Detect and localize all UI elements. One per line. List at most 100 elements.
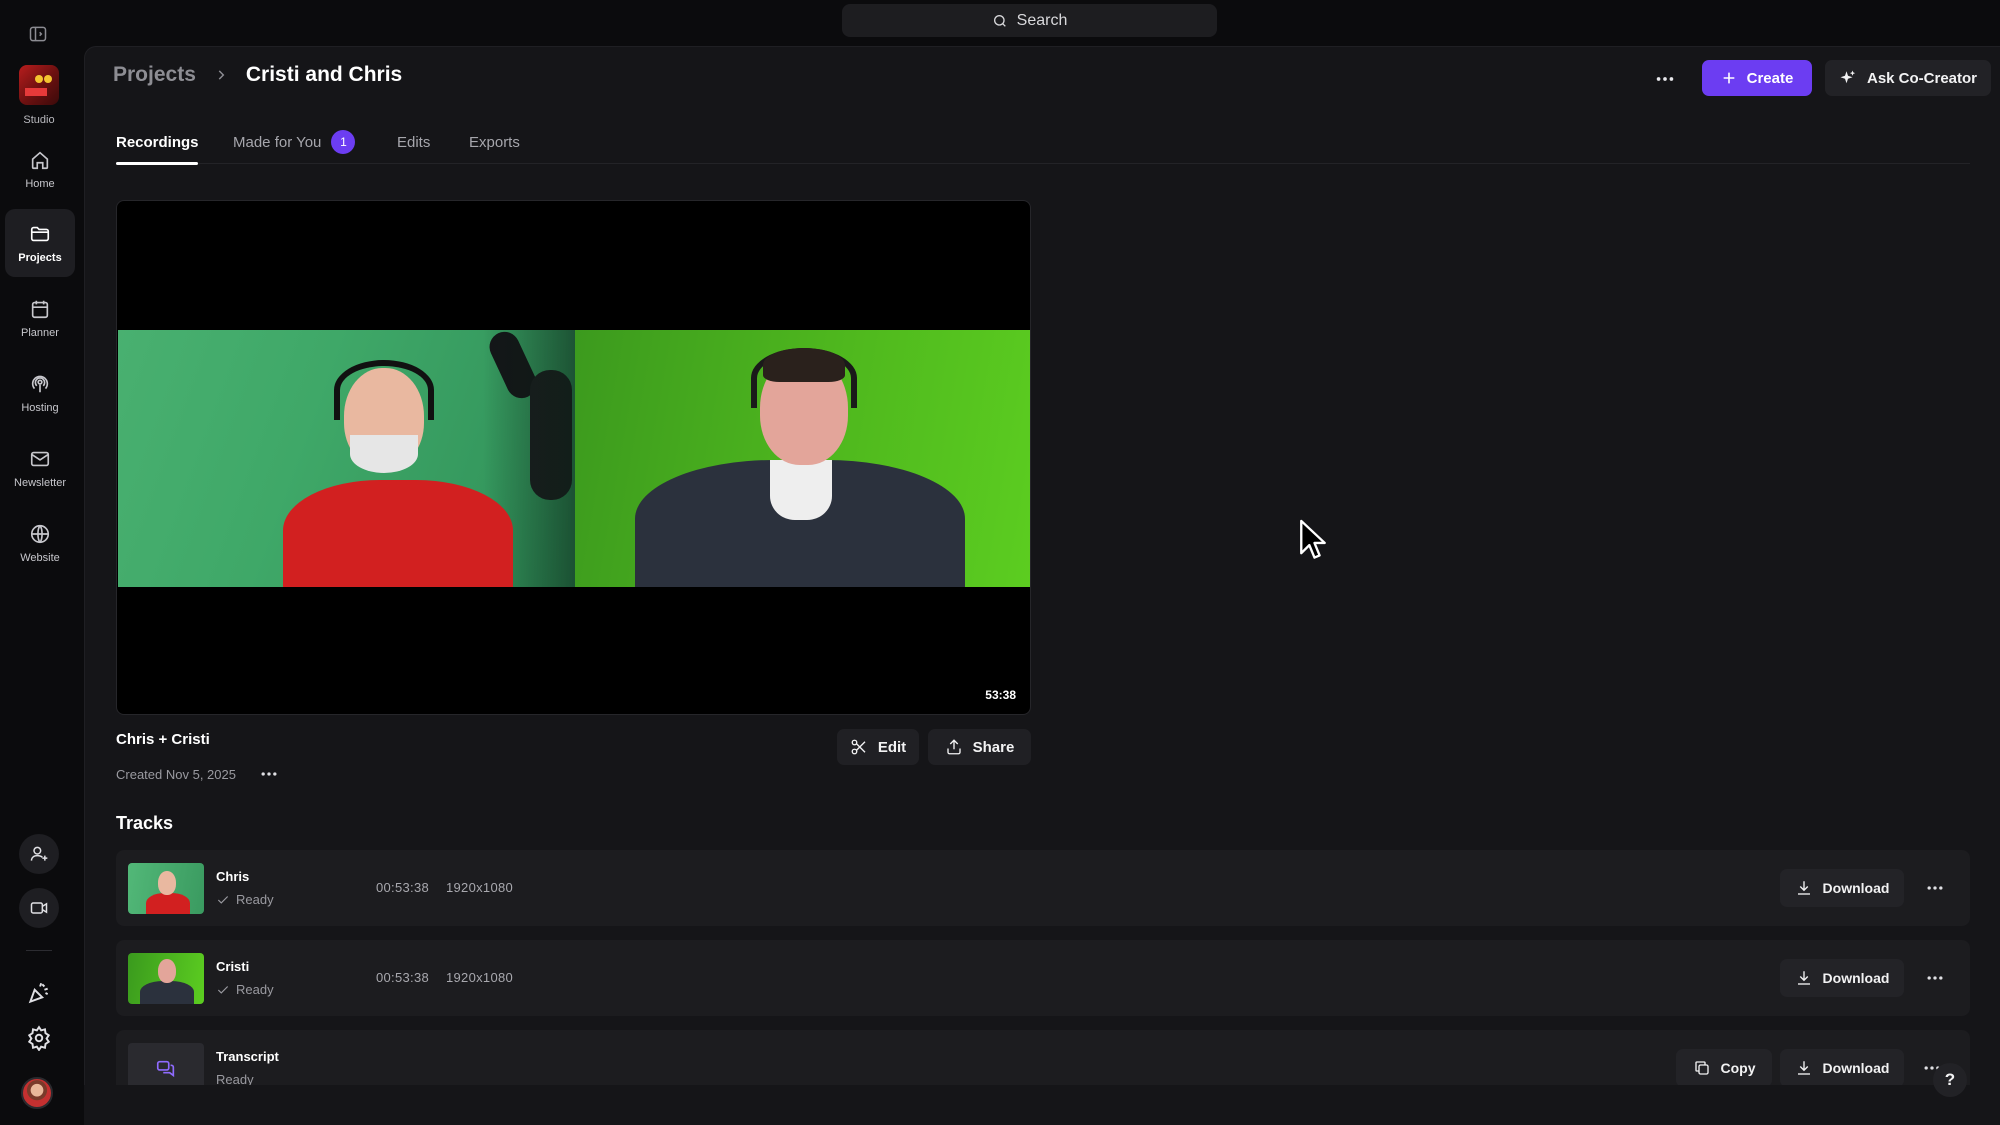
- top-bar: Search: [0, 0, 2000, 46]
- video-feed-cristi: [575, 330, 1030, 587]
- tab-badge: 1: [331, 130, 356, 154]
- track-thumbnail: [128, 953, 204, 1004]
- track-name: Chris: [216, 869, 250, 884]
- download-button-label: Download: [1822, 880, 1890, 896]
- checkmark-icon: [217, 985, 229, 994]
- track-row: Chris Ready 00:53:38 1920x1080 Download: [116, 850, 1970, 926]
- ask-co-creator-label: Ask Co-Creator: [1866, 69, 1978, 87]
- tab-label: Recordings: [116, 133, 199, 151]
- video-player[interactable]: 53:38: [116, 200, 1031, 715]
- breadcrumb: Projects Cristi and Chris: [113, 63, 402, 87]
- scissors-icon: [851, 739, 866, 755]
- sidebar-toggle-icon[interactable]: [28, 24, 48, 44]
- track-duration: 00:53:38: [376, 970, 430, 985]
- track-status: Ready: [216, 982, 274, 997]
- sparkle-icon: [1840, 70, 1856, 84]
- breadcrumb-projects-link[interactable]: Projects: [113, 63, 196, 87]
- download-button-label: Download: [1822, 970, 1890, 986]
- track-status-label: Ready: [236, 892, 274, 907]
- tab-label: Made for You: [233, 133, 322, 151]
- copy-icon: [1694, 1061, 1709, 1075]
- search-label: Search: [1016, 11, 1068, 29]
- copy-button[interactable]: Copy: [1676, 1049, 1772, 1087]
- ask-co-creator-button[interactable]: Ask Co-Creator: [1825, 60, 1991, 96]
- sidebar-item-website[interactable]: Website: [5, 509, 75, 577]
- mouse-cursor-icon: [1300, 519, 1326, 559]
- sidebar-item-planner[interactable]: Planner: [5, 284, 75, 352]
- download-icon: [1797, 1061, 1810, 1075]
- search-bar[interactable]: Search: [842, 4, 1217, 37]
- track-status-label: Ready: [236, 982, 274, 997]
- chevron-right-icon: [218, 70, 225, 80]
- active-tab-indicator: [116, 162, 198, 165]
- tab-exports[interactable]: Exports: [469, 130, 520, 154]
- record-button[interactable]: [19, 888, 59, 928]
- track-resolution: 1920x1080: [446, 970, 514, 985]
- share-icon: [946, 739, 961, 755]
- tracks-heading: Tracks: [116, 813, 174, 833]
- edit-button[interactable]: Edit: [837, 729, 919, 765]
- tab-bar: Recordings Made for You 1 Edits Exports: [116, 122, 1970, 165]
- sidebar-item-label: Projects: [18, 251, 62, 264]
- sidebar-item-label: Hosting: [21, 401, 59, 414]
- track-name: Transcript: [216, 1049, 279, 1064]
- sidebar-item-newsletter[interactable]: Newsletter: [5, 434, 75, 502]
- tab-made-for-you[interactable]: Made for You 1: [233, 130, 356, 154]
- track-row: Cristi Ready 00:53:38 1920x1080 Download: [116, 940, 1970, 1016]
- create-button-label: Create: [1746, 69, 1794, 87]
- podcast-icon: [31, 375, 49, 392]
- sidebar-divider: [26, 950, 52, 951]
- user-avatar[interactable]: [21, 1077, 53, 1109]
- download-button[interactable]: Download: [1780, 959, 1904, 997]
- recording-more-icon[interactable]: [258, 764, 280, 784]
- sidebar: Studio Home Projects Planner Hosting New…: [0, 0, 78, 1125]
- track-duration: 00:53:38: [376, 880, 430, 895]
- download-button[interactable]: Download: [1780, 1049, 1904, 1087]
- folder-icon: [30, 226, 50, 241]
- track-status: Ready: [216, 892, 274, 907]
- tab-recordings[interactable]: Recordings: [116, 130, 199, 154]
- download-button[interactable]: Download: [1780, 869, 1904, 907]
- checkmark-icon: [217, 895, 229, 904]
- track-name: Cristi: [216, 959, 250, 974]
- mail-icon: [30, 451, 50, 466]
- more-options-icon[interactable]: [1653, 68, 1677, 90]
- recording-created-date: Created Nov 5, 2025: [116, 767, 236, 782]
- track-resolution: 1920x1080: [446, 880, 514, 895]
- create-button[interactable]: Create: [1702, 60, 1812, 96]
- search-icon: [993, 14, 1006, 27]
- tab-edits[interactable]: Edits: [397, 130, 430, 154]
- share-button[interactable]: Share: [928, 729, 1031, 765]
- video-camera-icon: [30, 902, 48, 914]
- edit-button-label: Edit: [877, 738, 907, 756]
- sidebar-item-hosting[interactable]: Hosting: [5, 359, 75, 427]
- download-button-label: Download: [1822, 1060, 1890, 1076]
- studio-label: Studio: [23, 114, 55, 126]
- sidebar-item-label: Home: [25, 177, 55, 190]
- tab-label: Edits: [397, 133, 431, 151]
- plus-icon: [1723, 72, 1734, 84]
- copy-button-label: Copy: [1720, 1060, 1756, 1076]
- sidebar-item-projects[interactable]: Projects: [5, 209, 75, 277]
- recording-title: Chris + Cristi: [116, 731, 210, 748]
- share-button-label: Share: [972, 738, 1015, 756]
- sidebar-item-label: Newsletter: [14, 476, 66, 489]
- track-more-icon[interactable]: [1924, 968, 1946, 988]
- track-thumbnail: [128, 863, 204, 914]
- settings-icon[interactable]: [26, 1025, 52, 1051]
- page-title: Cristi and Chris: [245, 63, 403, 86]
- invite-guest-button[interactable]: [19, 834, 59, 874]
- chat-bubbles-icon: [156, 1060, 175, 1077]
- studio-logo[interactable]: [19, 65, 59, 105]
- calendar-icon: [31, 300, 49, 318]
- sidebar-item-label: Planner: [21, 326, 59, 339]
- sidebar-item-home[interactable]: Home: [5, 135, 75, 203]
- whats-new-icon[interactable]: [26, 980, 52, 1006]
- track-more-icon[interactable]: [1924, 878, 1946, 898]
- tab-label: Exports: [469, 133, 520, 151]
- sidebar-item-label: Website: [20, 551, 60, 564]
- download-icon: [1797, 971, 1810, 985]
- help-button[interactable]: ?: [1933, 1063, 1967, 1097]
- home-icon: [31, 151, 49, 169]
- content-bottom-edge: [84, 1085, 2000, 1125]
